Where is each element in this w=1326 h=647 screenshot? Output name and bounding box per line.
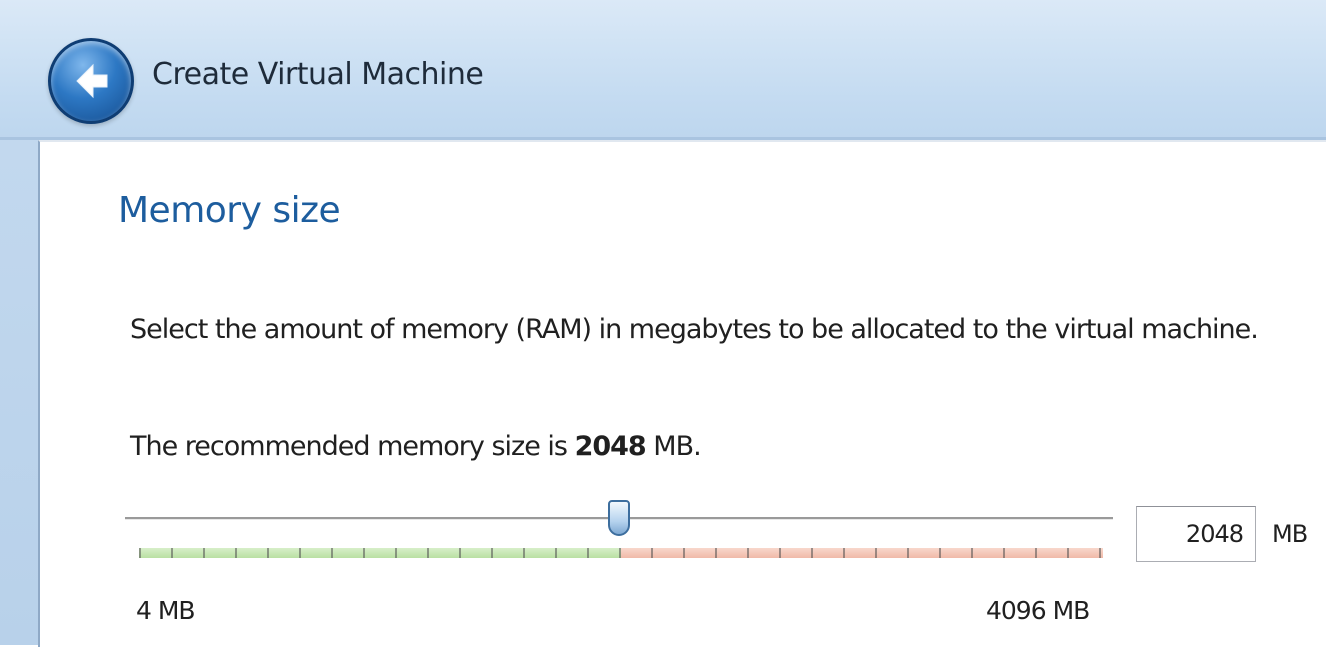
memory-description: Select the amount of memory (RAM) in meg…: [130, 314, 1259, 345]
window-title: Create Virtual Machine: [152, 57, 484, 92]
recommend-value: 2048: [574, 431, 647, 462]
recommend-prefix: The recommended memory size is: [130, 431, 575, 462]
title-bar: Create Virtual Machine: [0, 0, 1326, 140]
slider-min-label: 4 MB: [136, 596, 196, 625]
back-button[interactable]: [48, 38, 134, 124]
memory-size-input[interactable]: [1136, 506, 1256, 562]
slider-handle[interactable]: [607, 500, 630, 536]
memory-unit-label: MB: [1272, 520, 1308, 548]
slider-range-bar: [139, 548, 1103, 558]
memory-slider[interactable]: [125, 488, 1117, 578]
recommend-suffix: MB.: [645, 431, 701, 462]
slider-tick-marks: [139, 548, 1103, 558]
page-heading: Memory size: [118, 190, 341, 231]
slider-max-label: 4096 MB: [986, 596, 1090, 625]
recommended-memory-text: The recommended memory size is 2048 MB.: [130, 431, 702, 462]
create-vm-wizard: Create Virtual Machine Memory size Selec…: [0, 0, 1326, 647]
window-left-edge: [0, 140, 38, 645]
back-arrow-icon: [76, 63, 108, 99]
